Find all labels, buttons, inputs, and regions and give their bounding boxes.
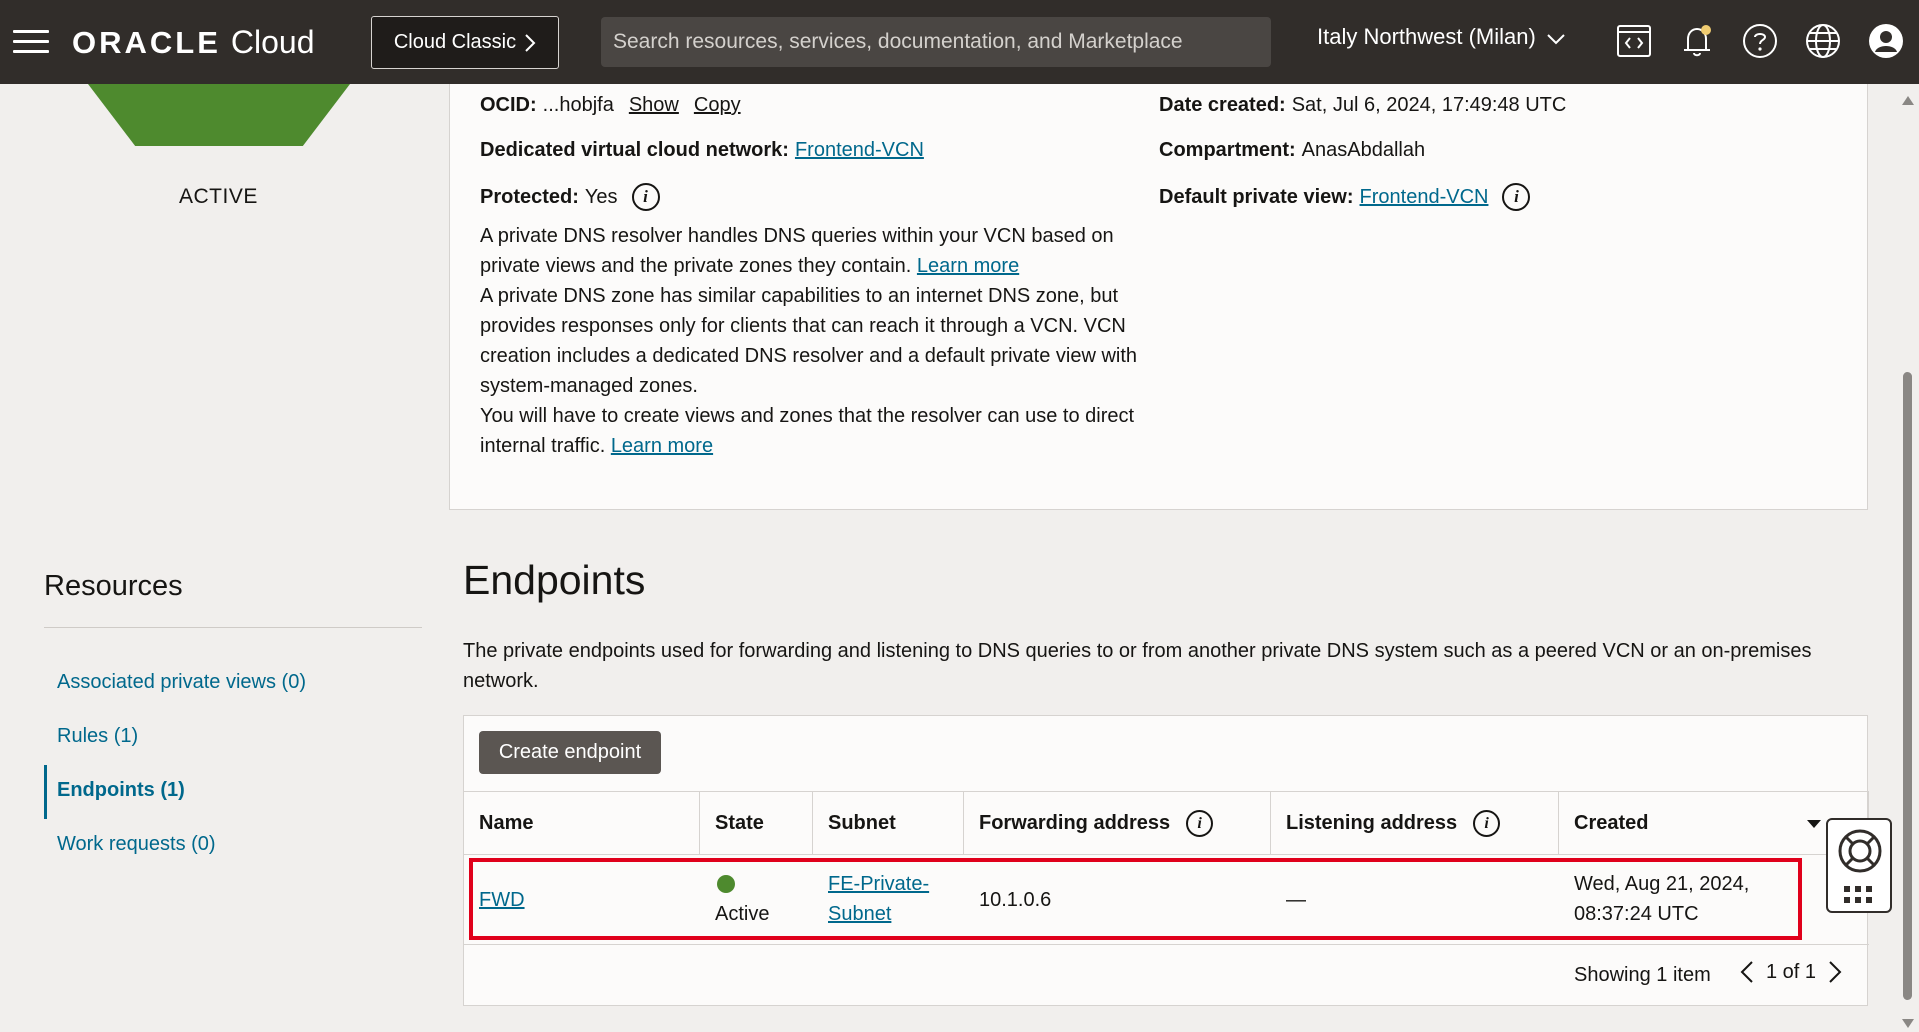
notifications-bell-icon[interactable] [1678,22,1716,60]
ocid-label: OCID: [480,94,537,116]
help-question-icon[interactable] [1741,22,1779,60]
column-header-created[interactable]: Created [1559,792,1869,855]
top-navigation-bar: ORACLE Cloud Cloud Classic Search resour… [0,0,1919,84]
vertical-scrollbar[interactable] [1898,84,1919,1032]
resources-nav: Associated private views (0) Rules (1) E… [44,655,422,871]
subnet-link-line1[interactable]: FE-Private- [828,869,929,899]
hamburger-menu-icon[interactable] [13,30,49,54]
default-view-info-icon[interactable]: i [1502,183,1531,211]
protected-value: Yes [584,185,618,208]
column-header-forwarding-address[interactable]: Forwarding address i [964,792,1271,855]
endpoint-forwarding-cell: 10.1.0.6 [979,889,1052,911]
sort-descending-icon[interactable] [1807,820,1821,828]
forwarding-info-icon[interactable]: i [1186,810,1214,837]
learn-more-link-1[interactable]: Learn more [917,255,1019,277]
date-created-row: Date created: Sat, Jul 6, 2024, 17:49:48… [1159,94,1566,117]
default-view-label: Default private view: [1159,185,1354,208]
region-label: Italy Northwest (Milan) [1317,24,1536,49]
compartment-row: Compartment: AnasAbdallah [1159,139,1425,162]
lifebuoy-icon [1838,829,1882,873]
showing-count: Showing 1 item [1574,964,1711,986]
compartment-value: AnasAbdallah [1301,139,1426,161]
resources-item-endpoints[interactable]: Endpoints (1) [44,763,422,819]
protected-info-icon[interactable]: i [631,183,660,211]
endpoints-card: Create endpoint Name State Subnet Forwar… [462,715,1869,1006]
cloud-classic-button[interactable]: Cloud Classic [371,16,559,69]
code-editor-icon[interactable] [1615,22,1653,60]
endpoint-listening-cell: — [1286,889,1306,911]
endpoint-created-cell: Wed, Aug 21, 2024, 08:37:24 UTC [1574,869,1749,929]
vcn-link[interactable]: Frontend-VCN [795,139,924,162]
vcn-label: Dedicated virtual cloud network: [480,139,789,161]
resources-divider [44,627,422,628]
region-selector[interactable]: Italy Northwest (Milan) [1317,24,1566,50]
column-header-subnet[interactable]: Subnet [813,792,964,855]
resolver-status-hexagon-icon [88,84,350,146]
resolver-description: A private DNS resolver handles DNS queri… [480,221,1160,461]
cloud-classic-label: Cloud Classic [393,31,517,53]
created-line2: 08:37:24 UTC [1574,903,1699,925]
compartment-label: Compartment: [1159,139,1296,161]
endpoints-description: The private endpoints used for forwardin… [463,640,1812,692]
oracle-cloud-logo[interactable]: ORACLE Cloud [72,24,315,64]
listening-info-icon[interactable]: i [1473,810,1501,837]
protected-label: Protected: [480,185,579,208]
ocid-row: OCID: ...hobjfa Show Copy [480,94,741,117]
endpoint-name-cell: FWD [479,885,525,915]
table-row: FWD Active FE-Private- Subnet 10.1.0.6 —… [464,855,1869,945]
brand-cloud: Cloud [230,24,315,60]
help-widget[interactable] [1826,818,1892,913]
apps-grid-icon [1844,886,1872,903]
column-header-name[interactable]: Name [464,792,700,855]
endpoints-title: Endpoints [463,557,646,603]
ocid-copy-link[interactable]: Copy [694,94,741,117]
subnet-link-line2[interactable]: Subnet [828,899,929,929]
language-globe-icon[interactable] [1804,22,1842,60]
endpoint-state-text: Active [715,903,770,925]
vcn-row: Dedicated virtual cloud network: Fronten… [480,139,924,162]
resources-title: Resources [44,570,183,602]
ocid-value: ...hobjfa [542,94,614,116]
desc-paragraph-1: A private DNS resolver handles DNS queri… [480,225,1114,277]
next-page-icon[interactable] [1828,960,1842,984]
column-header-state[interactable]: State [700,792,813,855]
pagination: 1 of 1 [1740,960,1842,984]
default-view-row: Default private view: Frontend-VCN i [1159,183,1531,211]
search-placeholder: Search resources, services, documentatio… [613,30,1183,53]
table-header: Name State Subnet Forwarding address i Li… [464,791,1869,855]
resources-item-work-requests[interactable]: Work requests (0) [44,817,422,871]
endpoint-state-cell: Active [715,869,769,929]
search-input[interactable]: Search resources, services, documentatio… [601,17,1271,67]
resolver-status-text: ACTIVE [179,185,258,208]
created-line1: Wed, Aug 21, 2024, [1574,873,1750,895]
desc-paragraph-2: A private DNS zone has similar capabilit… [480,285,1138,397]
chevron-right-icon [525,33,536,52]
learn-more-link-2[interactable]: Learn more [611,435,713,457]
chevron-down-icon [1547,34,1565,45]
column-header-listening-address[interactable]: Listening address i [1271,792,1559,855]
endpoint-subnet-cell: FE-Private- Subnet [828,869,929,929]
ocid-show-link[interactable]: Show [629,94,679,117]
scroll-thumb[interactable] [1903,372,1912,1000]
resources-item-associated-private-views[interactable]: Associated private views (0) [44,655,422,709]
endpoints-table: Name State Subnet Forwarding address i Li… [464,791,1869,945]
page-indicator: 1 of 1 [1766,960,1817,983]
date-created-label: Date created: [1159,94,1286,116]
endpoint-name-link[interactable]: FWD [479,889,525,911]
default-view-link[interactable]: Frontend-VCN [1360,186,1489,209]
desc-paragraph-3: You will have to create views and zones … [480,405,1135,457]
table-footer: Showing 1 item 1 of 1 [462,946,1867,1006]
protected-row: Protected: Yes i [480,183,660,211]
previous-page-icon[interactable] [1740,960,1754,984]
active-status-dot-icon [717,875,735,893]
date-created-value: Sat, Jul 6, 2024, 17:49:48 UTC [1291,94,1567,116]
brand-oracle: ORACLE [72,25,221,60]
user-profile-icon[interactable] [1867,22,1905,60]
resources-item-rules[interactable]: Rules (1) [44,709,422,763]
scroll-up-icon[interactable] [1902,96,1914,105]
create-endpoint-button[interactable]: Create endpoint [479,731,661,774]
scroll-down-icon[interactable] [1902,1019,1914,1028]
